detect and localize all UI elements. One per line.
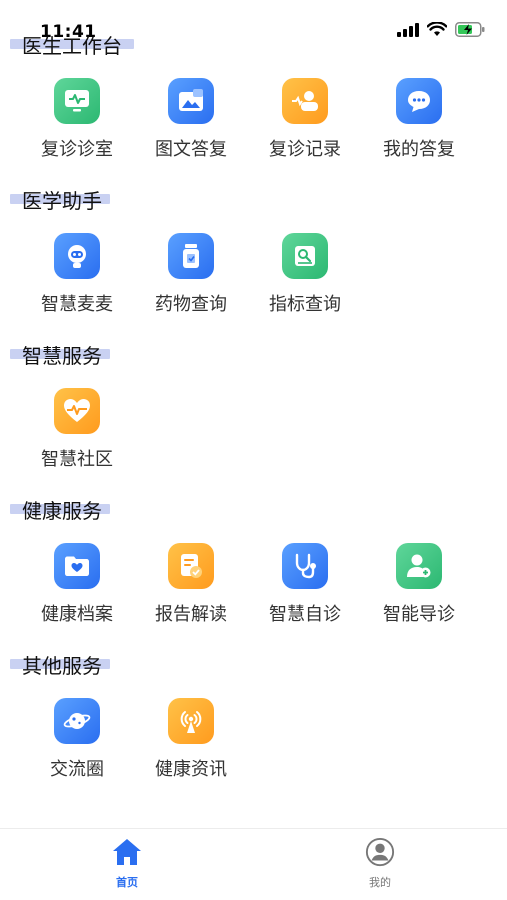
tile-report-interpret[interactable]: 报告解读 — [141, 543, 241, 643]
tile-smart-guide[interactable]: 智能导诊 — [369, 543, 469, 643]
status-icons — [397, 22, 485, 37]
tab-mine[interactable]: 我的 — [340, 837, 420, 890]
indicator-search-icon — [282, 233, 328, 279]
stethoscope-icon — [282, 543, 328, 589]
tile-revisit-clinic[interactable]: 复诊诊室 — [27, 78, 127, 178]
section-title: 智慧服务 — [22, 344, 102, 368]
health-folder-icon — [54, 543, 100, 589]
consult-record-icon — [282, 78, 328, 124]
tab-home[interactable]: 首页 — [87, 837, 167, 890]
planet-icon — [54, 698, 100, 744]
tile-smart-maimai[interactable]: 智慧麦麦 — [27, 233, 127, 333]
battery-charging-icon — [455, 22, 485, 37]
tile-label: 智慧社区 — [41, 449, 113, 470]
image-text-icon — [168, 78, 214, 124]
tile-drug-search[interactable]: 药物查询 — [141, 233, 241, 333]
tile-label: 交流圈 — [50, 759, 104, 780]
tile-label: 智慧麦麦 — [41, 294, 113, 315]
wifi-icon — [427, 22, 447, 36]
tile-health-news[interactable]: 健康资讯 — [141, 698, 241, 798]
tile-label: 药物查询 — [155, 294, 227, 315]
tile-label: 健康资讯 — [155, 759, 227, 780]
tab-bar: 首页 我的 — [0, 828, 507, 900]
monitor-pulse-icon — [54, 78, 100, 124]
section-title: 医学助手 — [22, 189, 102, 213]
robot-icon — [54, 233, 100, 279]
tile-label: 指标查询 — [269, 294, 341, 315]
tile-label: 我的答复 — [383, 139, 455, 160]
tile-my-replies[interactable]: 我的答复 — [369, 78, 469, 178]
chat-bubble-icon — [396, 78, 442, 124]
tile-label: 复诊诊室 — [41, 139, 113, 160]
tile-smart-self-diagnosis[interactable]: 智慧自诊 — [255, 543, 355, 643]
user-circle-icon — [365, 837, 395, 867]
tile-smart-community[interactable]: 智慧社区 — [27, 388, 127, 488]
tile-label: 健康档案 — [41, 604, 113, 625]
tile-health-records[interactable]: 健康档案 — [27, 543, 127, 643]
tile-label: 智慧自诊 — [269, 604, 341, 625]
tile-image-text-reply[interactable]: 图文答复 — [141, 78, 241, 178]
tile-revisit-record[interactable]: 复诊记录 — [255, 78, 355, 178]
tile-label: 图文答复 — [155, 139, 227, 160]
tile-community-circle[interactable]: 交流圈 — [27, 698, 127, 798]
tile-label: 报告解读 — [155, 604, 227, 625]
section-title: 健康服务 — [22, 499, 102, 523]
tile-label: 智能导诊 — [383, 604, 455, 625]
tab-home-label: 首页 — [116, 876, 138, 889]
broadcast-icon — [168, 698, 214, 744]
report-icon — [168, 543, 214, 589]
heart-pulse-icon — [54, 388, 100, 434]
section-title: 其他服务 — [22, 654, 102, 678]
user-plus-icon — [396, 543, 442, 589]
tile-label: 复诊记录 — [269, 139, 341, 160]
signal-icon — [397, 22, 419, 37]
medicine-bottle-icon — [168, 233, 214, 279]
section-title: 医生工作台 — [22, 34, 122, 58]
home-icon — [113, 839, 141, 865]
tile-indicator-search[interactable]: 指标查询 — [255, 233, 355, 333]
tab-mine-label: 我的 — [369, 876, 391, 889]
